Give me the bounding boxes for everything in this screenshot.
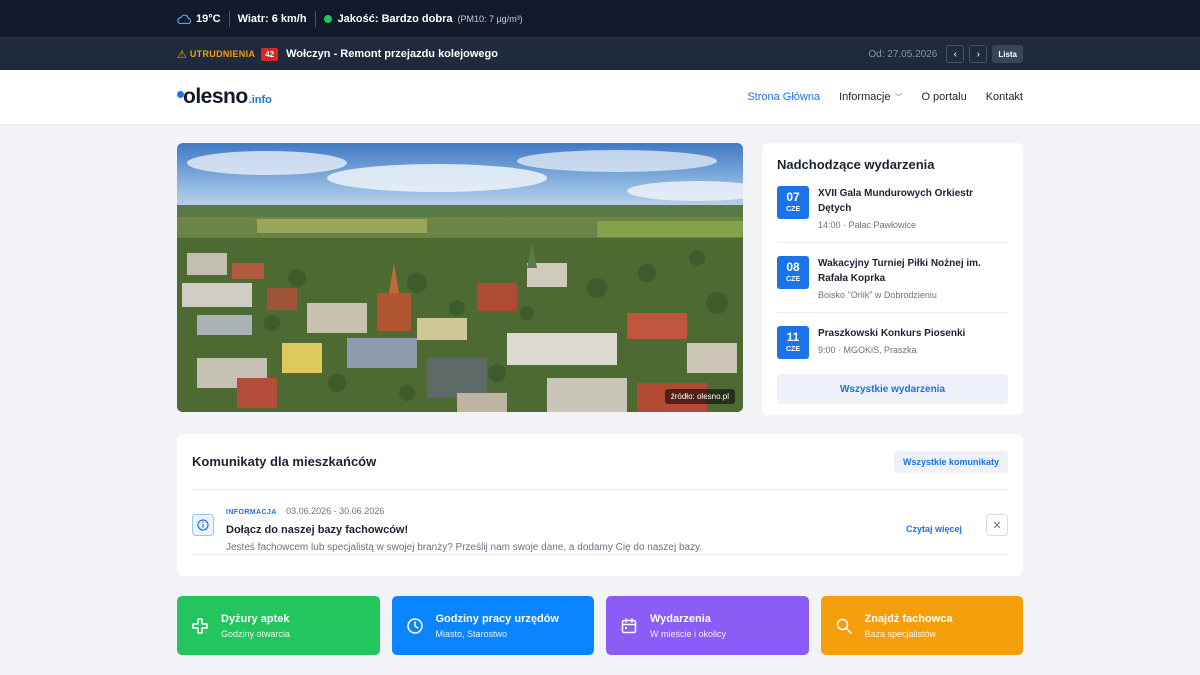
event-day: 07	[786, 190, 800, 204]
event-info: Wakacyjny Turniej Piłki Nożnej im. Rafał…	[818, 256, 1008, 300]
alert-list-button[interactable]: Lista	[992, 45, 1023, 63]
alert-controls: Od: 27.05.2026 ‹ › Lista	[868, 45, 1023, 63]
prev-alert-button[interactable]: ‹	[946, 45, 965, 63]
logo-suffix: .info	[248, 94, 272, 106]
notice-text: Jesteś fachowcem lub specjalistą w swoje…	[226, 542, 703, 553]
event-month: CZE	[786, 346, 800, 353]
notice-item: INFORMACJA 03.06.2026 - 30.06.2026 Dołąc…	[192, 490, 1008, 555]
warning-icon: ⚠	[177, 48, 187, 61]
menu-item-information[interactable]: Informacje ﹀	[839, 91, 902, 103]
site-logo[interactable]: olesno .info	[177, 85, 272, 109]
event-date-badge: 08 CZE	[777, 256, 809, 289]
event-meta: 14:00 · Pałac Pawłowice	[818, 220, 917, 230]
event-date-badge: 07 CZE	[777, 186, 809, 219]
logo-text: olesno	[183, 85, 248, 108]
plus-icon	[192, 617, 208, 634]
resident-notices-panel: Komunikaty dla mieszkańców Wszystkie kom…	[177, 434, 1023, 576]
tile-subtitle: Godziny otwarcia	[221, 628, 291, 639]
upcoming-events-panel: Nadchodzące wydarzenia 07 CZE XVII Gala …	[762, 143, 1023, 415]
tile-title: Wydarzenia	[650, 612, 711, 625]
hero-image: źródło: olesno.pl	[177, 143, 743, 412]
aerial-town-photo	[177, 143, 743, 412]
notice-category: INFORMACJA	[226, 509, 277, 516]
close-icon[interactable]: ✕	[986, 514, 1008, 536]
menu-item-home[interactable]: Strona Główna	[747, 91, 820, 103]
cloud-icon	[177, 14, 191, 24]
events-title: Nadchodzące wydarzenia	[777, 157, 935, 172]
tile-events[interactable]: Wydarzenia W mieście i okolicy	[606, 596, 809, 655]
event-info: Praszkowski Konkurs Piosenki 9:00 · MGOK…	[818, 326, 965, 359]
menu-item-contact[interactable]: Kontakt	[986, 91, 1023, 103]
air-quality-status-dot	[323, 14, 332, 23]
tile-title: Znajdź fachowca	[864, 612, 953, 625]
wind: Wiatr: 6 km/h	[237, 12, 307, 25]
events-list: 07 CZE XVII Gala Mundurowych Orkiestr Dę…	[777, 186, 1008, 359]
tile-title: Godziny pracy urzędów	[435, 612, 559, 625]
tile-title: Dyżury aptek	[221, 612, 290, 625]
tile-subtitle: Baza specjalistów	[864, 628, 937, 639]
read-more-link[interactable]: Czytaj więcej	[906, 524, 962, 534]
event-title: XVII Gala Mundurowych Orkiestr Dętych	[818, 188, 974, 214]
event-meta: Boisko "Orlik" w Dobrodzieniu	[818, 290, 937, 300]
tile-pharmacy-duty[interactable]: Dyżury aptek Godziny otwarcia	[177, 596, 380, 655]
next-alert-button[interactable]: ›	[969, 45, 988, 63]
tile-find-specialist[interactable]: Znajdź fachowca Baza specjalistów	[820, 596, 1023, 655]
event-day: 08	[786, 260, 800, 274]
divider	[192, 554, 1008, 555]
event-month: CZE	[786, 276, 800, 283]
image-credit: źródło: olesno.pl	[664, 389, 735, 404]
traffic-alert-bar: ⚠ UTRUDNIENIA 42 Wołczyn - Remont przeja…	[0, 37, 1200, 70]
notice-dates: 03.06.2026 - 30.06.2026	[286, 506, 385, 516]
menu-item-about[interactable]: O portalu	[921, 91, 966, 103]
notice-meta: INFORMACJA 03.06.2026 - 30.06.2026	[226, 501, 702, 519]
all-notices-button[interactable]: Wszystkie komunikaty	[893, 450, 1008, 473]
search-icon	[836, 618, 852, 634]
alert-date: Od: 27.05.2026	[868, 48, 938, 60]
tile-text: Dyżury aptek Godziny otwarcia	[221, 613, 290, 639]
event-date-badge: 11 CZE	[777, 326, 809, 359]
air-quality: Jakość: Bardzo dobra	[337, 12, 453, 25]
alert-label: UTRUDNIENIA	[189, 49, 256, 59]
temperature: 19°C	[196, 12, 221, 25]
event-item[interactable]: 07 CZE XVII Gala Mundurowych Orkiestr Dę…	[777, 186, 1008, 243]
weather-bar: 19°C Wiatr: 6 km/h Jakość: Bardzo dobra …	[0, 0, 1200, 37]
event-title: Wakacyjny Turniej Piłki Nożnej im. Rafał…	[818, 258, 981, 284]
event-item[interactable]: 11 CZE Praszkowski Konkurs Piosenki 9:00…	[777, 326, 1008, 359]
tile-text: Znajdź fachowca Baza specjalistów	[865, 613, 953, 639]
tile-subtitle: W mieście i okolicy	[650, 628, 727, 639]
divider	[314, 10, 316, 27]
tile-subtitle: Miasto, Starostwo	[435, 628, 508, 639]
all-events-button[interactable]: Wszystkie wydarzenia	[777, 374, 1008, 404]
notice-content: INFORMACJA 03.06.2026 - 30.06.2026 Dołąc…	[226, 501, 702, 553]
event-meta: 9:00 · MGOKiS, Praszka	[818, 345, 917, 355]
chevron-down-icon: ﹀	[894, 93, 903, 102]
event-item[interactable]: 08 CZE Wakacyjny Turniej Piłki Nożnej im…	[777, 256, 1008, 313]
quick-links: Dyżury aptek Godziny otwarcia Godziny pr…	[177, 596, 1023, 655]
notices-header: Komunikaty dla mieszkańców Wszystkie kom…	[192, 434, 1008, 490]
main-menu: Strona Główna Informacje ﹀ O portalu Kont…	[747, 91, 1023, 103]
menu-item-information-label: Informacje	[839, 91, 891, 103]
event-month: CZE	[786, 206, 800, 213]
event-title: Praszkowski Konkurs Piosenki	[818, 328, 966, 339]
tile-text: Wydarzenia W mieście i okolicy	[650, 613, 726, 639]
info-icon	[192, 514, 214, 536]
alert-title[interactable]: Wołczyn - Remont przejazdu kolejowego	[286, 48, 498, 60]
event-info: XVII Gala Mundurowych Orkiestr Dętych 14…	[818, 186, 1008, 230]
tile-text: Godziny pracy urzędów Miasto, Starostwo	[436, 613, 559, 639]
site-header: olesno .info Strona Główna Informacje ﹀ O…	[0, 70, 1200, 125]
notice-title: Dołącz do naszej bazy fachowców!	[226, 524, 409, 536]
event-day: 11	[786, 330, 800, 344]
calendar-icon	[621, 617, 637, 633]
alert-count-badge: 42	[261, 47, 279, 61]
tile-office-hours[interactable]: Godziny pracy urzędów Miasto, Starostwo	[391, 596, 594, 655]
divider	[228, 10, 230, 27]
pm10-value: (PM10: 7 µg/m³)	[457, 13, 523, 24]
logo-dot	[177, 91, 184, 98]
notices-title: Komunikaty dla mieszkańców	[192, 454, 377, 469]
clock-icon	[406, 617, 423, 634]
